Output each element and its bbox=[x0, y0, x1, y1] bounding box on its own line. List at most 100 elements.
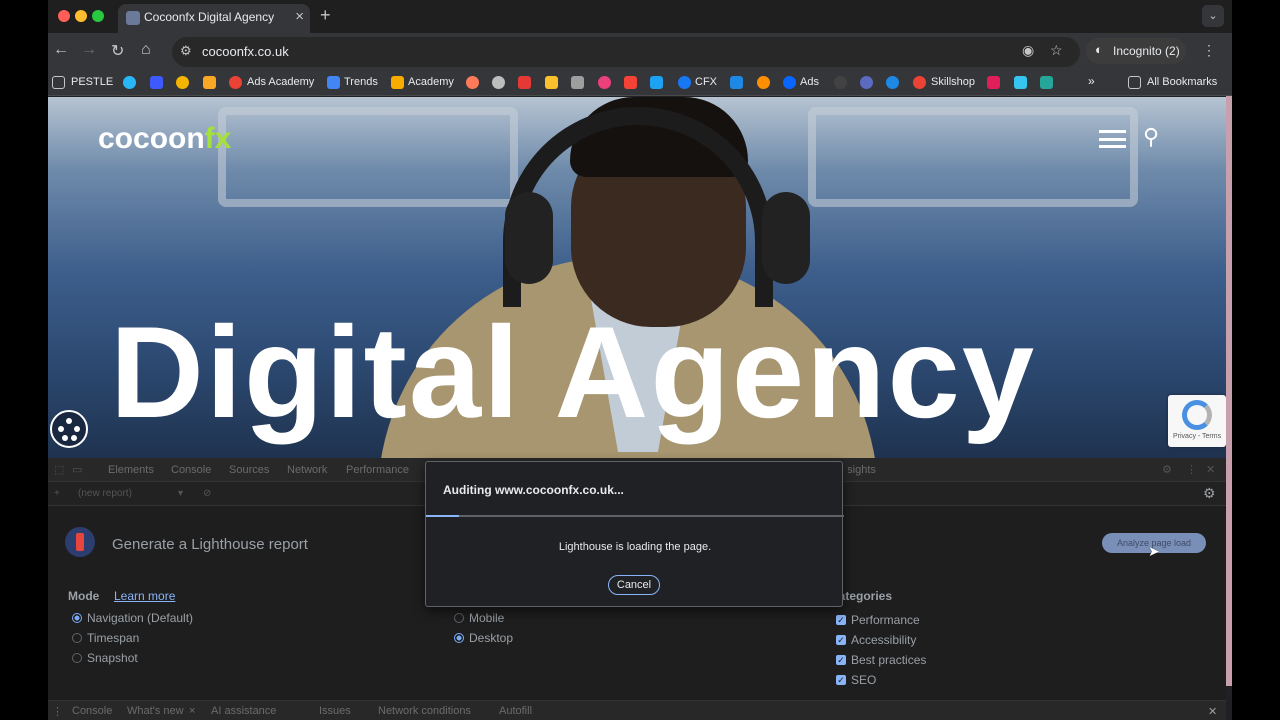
drawer-tab-console[interactable]: Console bbox=[72, 705, 112, 717]
mode-timespan-radio[interactable] bbox=[72, 633, 82, 643]
performance-label[interactable]: Performance bbox=[851, 613, 920, 627]
tab-performance[interactable]: Performance bbox=[346, 464, 409, 476]
bookmark-icon[interactable] bbox=[150, 76, 163, 89]
dropdown-icon[interactable]: ▾ bbox=[178, 488, 183, 499]
bookmark-ads[interactable]: Ads bbox=[800, 76, 819, 88]
tab-elements[interactable]: Elements bbox=[108, 464, 154, 476]
bookmark-trends[interactable]: Trends bbox=[344, 76, 378, 88]
hamburger-menu-icon[interactable] bbox=[1099, 130, 1126, 148]
bookmark-icon[interactable] bbox=[860, 76, 873, 89]
bookmark-icon[interactable] bbox=[730, 76, 743, 89]
bookmark-icon[interactable] bbox=[203, 76, 216, 89]
bookmark-icon[interactable] bbox=[545, 76, 558, 89]
more-icon[interactable]: ⋮ bbox=[1186, 463, 1197, 476]
best-practices-checkbox[interactable]: ✓ bbox=[836, 655, 846, 665]
incognito-badge[interactable]: ◐ Incognito (2) bbox=[1086, 38, 1186, 64]
close-window-button[interactable] bbox=[58, 10, 70, 22]
clear-icon[interactable]: ⊘ bbox=[203, 488, 211, 499]
drawer-tab-whats-new[interactable]: What's new bbox=[127, 705, 184, 717]
drawer-menu-icon[interactable]: ⋮ bbox=[52, 705, 63, 718]
accessibility-label[interactable]: Accessibility bbox=[851, 633, 916, 647]
mode-timespan-label[interactable]: Timespan bbox=[87, 631, 139, 645]
address-bar[interactable]: ⚙ cocoonfx.co.uk ◉ ☆ bbox=[172, 37, 1080, 67]
incognito-icon: ◐ bbox=[1095, 42, 1103, 57]
seo-checkbox[interactable]: ✓ bbox=[836, 675, 846, 685]
background-window bbox=[808, 107, 1138, 207]
settings-icon[interactable]: ⚙ bbox=[1162, 463, 1172, 476]
drawer-tab-issues[interactable]: Issues bbox=[319, 705, 351, 717]
bookmark-cfx[interactable]: CFX bbox=[695, 76, 717, 88]
bookmark-icon[interactable] bbox=[518, 76, 531, 89]
tab-console[interactable]: Console bbox=[171, 464, 211, 476]
close-drawer-icon[interactable]: ✕ bbox=[1208, 705, 1217, 718]
performance-checkbox[interactable]: ✓ bbox=[836, 615, 846, 625]
seo-label[interactable]: SEO bbox=[851, 673, 876, 687]
tab-insights[interactable]: Insights bbox=[848, 464, 876, 476]
search-icon[interactable]: ⚲ bbox=[1143, 124, 1159, 150]
slack-icon[interactable] bbox=[1014, 76, 1027, 89]
bookmark-skillshop[interactable]: Skillshop bbox=[931, 76, 975, 88]
bookmark-icon[interactable] bbox=[492, 76, 505, 89]
minimize-window-button[interactable] bbox=[75, 10, 87, 22]
tab-search-button[interactable]: ⌄ bbox=[1202, 5, 1224, 27]
new-tab-button[interactable]: + bbox=[320, 5, 331, 26]
mode-navigation-label[interactable]: Navigation (Default) bbox=[87, 611, 193, 625]
bookmark-ads-academy[interactable]: Ads Academy bbox=[247, 76, 314, 88]
mode-snapshot-label[interactable]: Snapshot bbox=[87, 651, 138, 665]
tab-network[interactable]: Network bbox=[287, 464, 327, 476]
bookmark-icon[interactable] bbox=[598, 76, 611, 89]
bookmark-icon[interactable] bbox=[886, 76, 899, 89]
reload-button[interactable]: ↻ bbox=[111, 41, 124, 61]
accessibility-icon[interactable] bbox=[50, 410, 88, 448]
drawer-tab-network-conditions[interactable]: Network conditions bbox=[378, 705, 471, 717]
maximize-window-button[interactable] bbox=[92, 10, 104, 22]
lighthouse-settings-icon[interactable]: ⚙ bbox=[1203, 485, 1216, 502]
device-mobile-radio[interactable] bbox=[454, 613, 464, 623]
best-practices-label[interactable]: Best practices bbox=[851, 653, 926, 667]
bookmark-icon[interactable] bbox=[834, 76, 847, 89]
browser-tab[interactable]: Cocoonfx Digital Agency × bbox=[118, 4, 310, 33]
drawer-tab-ai-assistance[interactable]: AI assistance bbox=[211, 705, 276, 717]
bookmarks-overflow[interactable]: » bbox=[1088, 74, 1095, 88]
add-report-icon[interactable]: + bbox=[54, 488, 60, 499]
back-button[interactable]: ← bbox=[53, 41, 69, 59]
device-desktop-radio[interactable] bbox=[454, 633, 464, 643]
home-button[interactable]: ⌂ bbox=[141, 41, 151, 59]
mode-navigation-radio[interactable] bbox=[72, 613, 82, 623]
bookmark-icon[interactable] bbox=[1040, 76, 1053, 89]
bookmark-icon[interactable] bbox=[571, 76, 584, 89]
accessibility-checkbox[interactable]: ✓ bbox=[836, 635, 846, 645]
device-toggle-icon[interactable]: ▭ bbox=[72, 463, 82, 476]
forward-button[interactable]: → bbox=[81, 41, 97, 59]
inspect-icon[interactable]: ⬚ bbox=[54, 463, 64, 476]
toolbar: ← → ↻ ⌂ ⚙ cocoonfx.co.uk ◉ ☆ ◐ Incognito… bbox=[48, 33, 1232, 70]
device-desktop-label[interactable]: Desktop bbox=[469, 631, 513, 645]
drawer-tab-autofill[interactable]: Autofill bbox=[499, 705, 532, 717]
recaptcha-badge[interactable]: Privacy - Terms bbox=[1168, 395, 1226, 447]
cancel-button[interactable]: Cancel bbox=[608, 575, 660, 595]
bookmark-star-icon[interactable]: ☆ bbox=[1050, 42, 1063, 59]
report-selector[interactable]: (new report) bbox=[78, 488, 132, 499]
slack-icon[interactable] bbox=[987, 76, 1000, 89]
close-icon[interactable]: × bbox=[189, 705, 195, 717]
mode-snapshot-radio[interactable] bbox=[72, 653, 82, 663]
all-bookmarks[interactable]: All Bookmarks bbox=[1147, 76, 1217, 88]
bookmark-icon[interactable] bbox=[757, 76, 770, 89]
device-mobile-label[interactable]: Mobile bbox=[469, 611, 504, 625]
site-logo[interactable]: cocoonfx bbox=[98, 122, 231, 156]
bookmark-icon[interactable] bbox=[650, 76, 663, 89]
bookmark-icon[interactable] bbox=[624, 76, 637, 89]
analytics-icon bbox=[391, 76, 404, 89]
close-tab-icon[interactable]: × bbox=[295, 8, 304, 25]
bookmark-icon[interactable] bbox=[123, 76, 136, 89]
site-info-icon[interactable]: ⚙ bbox=[180, 43, 192, 59]
menu-kebab-icon[interactable]: ⋮ bbox=[1202, 42, 1216, 59]
bookmark-icon[interactable] bbox=[466, 76, 479, 89]
close-devtools-icon[interactable]: ✕ bbox=[1206, 463, 1215, 476]
bookmark-academy[interactable]: Academy bbox=[408, 76, 454, 88]
bookmark-icon[interactable] bbox=[176, 76, 189, 89]
eye-off-icon[interactable]: ◉ bbox=[1022, 42, 1034, 59]
tab-sources[interactable]: Sources bbox=[229, 464, 269, 476]
bookmark-pestle[interactable]: PESTLE bbox=[71, 76, 113, 88]
learn-more-link[interactable]: Learn more bbox=[114, 589, 175, 603]
